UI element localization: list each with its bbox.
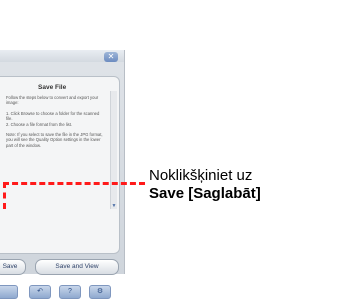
- close-button[interactable]: ✕: [104, 52, 118, 62]
- title-bar: ✕: [0, 50, 124, 62]
- instruction-paragraph: Follow the steps below to convert and ex…: [6, 95, 99, 106]
- callout-line-vertical: [3, 182, 6, 209]
- panel-title: Save File: [38, 84, 67, 91]
- gear-icon: ⚙: [96, 288, 104, 295]
- back-button[interactable]: ↶: [29, 285, 51, 299]
- instruction-paragraph: 1. Click Browse to choose a folder for t…: [6, 110, 100, 127]
- scroll-down-icon[interactable]: ▼: [111, 203, 117, 209]
- scan-app-window: ✕ Save File Follow the steps below to co…: [0, 50, 125, 299]
- callout-label: Noklikšķiniet uz Save [Saglabāt]: [149, 167, 261, 203]
- close-icon: ✕: [107, 52, 115, 61]
- save-and-view-button[interactable]: Save and View: [35, 259, 119, 275]
- save-file-panel: Save File Follow the steps below to conv…: [0, 76, 120, 254]
- callout-line-horizontal: [3, 182, 145, 185]
- callout-line1: Noklikšķiniet uz: [149, 167, 253, 184]
- settings-button[interactable]: ⚙: [89, 285, 111, 299]
- scrollbar[interactable]: ▼: [110, 91, 117, 209]
- toolbar-button[interactable]: [0, 285, 18, 299]
- instructions-text: Follow the steps below to convert and ex…: [6, 95, 106, 153]
- instruction-paragraph: Note: If you select to save the file in …: [6, 132, 103, 148]
- help-icon: ?: [68, 288, 72, 295]
- callout-line2: Save [Saglabāt]: [149, 185, 261, 202]
- back-icon: ↶: [37, 288, 43, 295]
- help-button[interactable]: ?: [59, 285, 81, 299]
- save-button[interactable]: Save: [0, 259, 26, 275]
